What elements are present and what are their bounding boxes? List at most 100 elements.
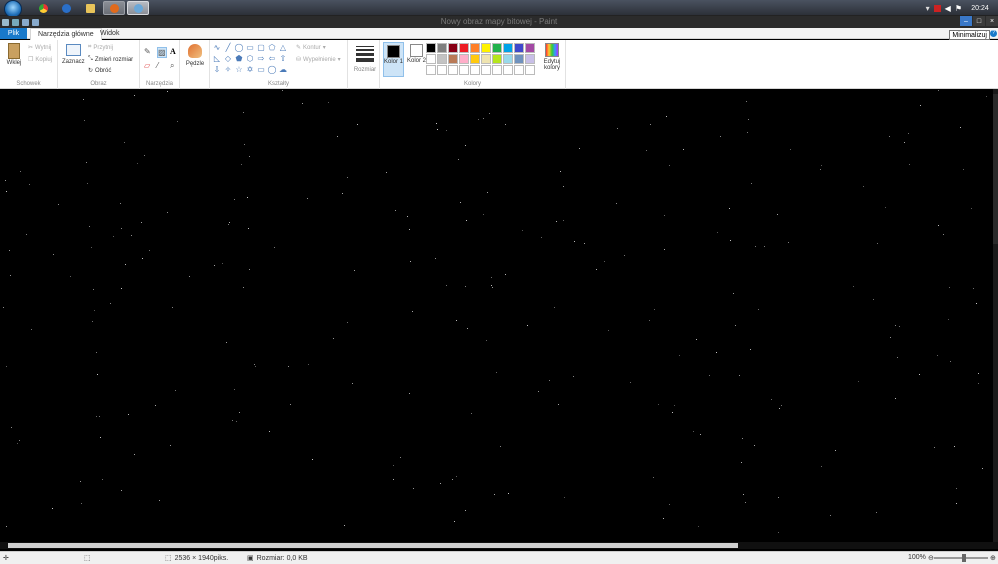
palette-swatch[interactable] (437, 54, 447, 64)
palette-swatch[interactable] (503, 65, 513, 75)
color-picker-icon[interactable]: ⁄ (157, 61, 167, 71)
arrow-left-shape-icon[interactable]: ⇦ (267, 54, 277, 64)
palette-swatch[interactable] (448, 43, 458, 53)
tray-chevron-icon[interactable]: ▾ (926, 4, 930, 13)
fill-shape-button[interactable]: ⛁ Wypełnienie ▾ (296, 56, 341, 64)
pentagon-shape-icon[interactable]: ⬟ (234, 54, 244, 64)
taskbar-firefox[interactable] (103, 1, 125, 15)
callout-oval-shape-icon[interactable]: ◯ (267, 65, 277, 75)
select-button[interactable]: Zaznacz (62, 43, 85, 65)
palette-swatch[interactable] (492, 43, 502, 53)
rounded-rect-shape-icon[interactable]: ▢ (256, 43, 266, 53)
action-center-icon[interactable]: ⚑ (955, 4, 962, 13)
taskbar-explorer[interactable] (79, 1, 101, 15)
tab-home[interactable]: Narzędzia główne (30, 28, 102, 40)
palette-swatch[interactable] (470, 65, 480, 75)
copy-button[interactable]: ❐ Kopiuj (28, 56, 52, 64)
triangle-shape-icon[interactable]: △ (278, 43, 288, 53)
star4-shape-icon[interactable]: ✧ (223, 65, 233, 75)
canvas-dot (963, 169, 964, 170)
palette-swatch[interactable] (481, 43, 491, 53)
callout-rect-shape-icon[interactable]: ▭ (256, 65, 266, 75)
palette-swatch[interactable] (437, 43, 447, 53)
taskbar-paint[interactable] (127, 1, 149, 15)
vertical-scrollbar[interactable] (993, 89, 998, 543)
palette-swatch[interactable] (503, 43, 513, 53)
palette-swatch[interactable] (514, 65, 524, 75)
curve-shape-icon[interactable]: ∿ (212, 43, 222, 53)
canvas-dot (121, 228, 122, 229)
canvas-dot (352, 383, 353, 384)
close-button[interactable]: × (986, 16, 998, 26)
palette-swatch[interactable] (426, 43, 436, 53)
color1-button[interactable]: Kolor 1 (383, 42, 404, 77)
horizontal-scroll-thumb[interactable] (8, 543, 738, 548)
taskbar-chrome[interactable] (32, 1, 54, 15)
cloud-shape-icon[interactable]: ☁ (278, 65, 288, 75)
palette-swatch[interactable] (503, 54, 513, 64)
tab-view[interactable]: Widok (93, 28, 126, 39)
cut-button[interactable]: ✂ Wytnij (28, 44, 51, 52)
outline-button[interactable]: ✎ Kontur ▾ (296, 44, 326, 52)
palette-swatch[interactable] (525, 54, 535, 64)
palette-swatch[interactable] (492, 65, 502, 75)
palette-swatch[interactable] (470, 43, 480, 53)
magnifier-icon[interactable]: ⌕ (170, 61, 180, 71)
palette-swatch[interactable] (514, 54, 524, 64)
zoom-slider[interactable] (934, 554, 988, 562)
arrow-right-shape-icon[interactable]: ⇨ (256, 54, 266, 64)
minimize-button[interactable]: – (960, 16, 972, 26)
pencil-icon[interactable]: ✎ (144, 47, 154, 58)
brushes-button[interactable]: Pędzle (184, 43, 206, 67)
palette-swatch[interactable] (426, 54, 436, 64)
star6-shape-icon[interactable]: ✡ (245, 65, 255, 75)
palette-swatch[interactable] (514, 43, 524, 53)
palette-swatch[interactable] (437, 65, 447, 75)
fill-icon[interactable]: ▨ (157, 47, 167, 58)
palette-swatch[interactable] (525, 43, 535, 53)
hexagon-shape-icon[interactable]: ⬡ (245, 54, 255, 64)
palette-swatch[interactable] (492, 54, 502, 64)
rect-shape-icon[interactable]: ▭ (245, 43, 255, 53)
zoom-slider-knob[interactable] (962, 554, 966, 562)
line-shape-icon[interactable]: ╱ (223, 43, 233, 53)
taskbar-mediaplayer[interactable] (55, 1, 77, 15)
rotate-button[interactable]: ↻ Obróć (88, 67, 111, 75)
oval-shape-icon[interactable]: ◯ (234, 43, 244, 53)
star5-shape-icon[interactable]: ☆ (234, 65, 244, 75)
resize-button[interactable]: ⤡ Zmień rozmiar (88, 56, 133, 63)
paste-button[interactable]: Wklej (4, 43, 24, 66)
polygon-shape-icon[interactable]: ⬠ (267, 43, 277, 53)
help-icon[interactable]: ? (990, 30, 997, 37)
palette-swatch[interactable] (459, 43, 469, 53)
right-triangle-shape-icon[interactable]: ◺ (212, 54, 222, 64)
palette-swatch[interactable] (448, 54, 458, 64)
palette-swatch[interactable] (525, 65, 535, 75)
clock[interactable]: 20:24 (966, 5, 994, 12)
tab-file[interactable]: Plik (0, 28, 27, 39)
size-button[interactable]: Rozmiar (353, 43, 377, 73)
palette-swatch[interactable] (481, 54, 491, 64)
palette-swatch[interactable] (459, 54, 469, 64)
horizontal-scrollbar[interactable] (0, 542, 998, 549)
arrow-down-shape-icon[interactable]: ⇩ (212, 65, 222, 75)
volume-icon[interactable]: ◀ (945, 4, 951, 13)
arrow-up-shape-icon[interactable]: ⇧ (278, 54, 288, 64)
crop-button[interactable]: ⌗ Przytnij (88, 44, 113, 51)
drawing-canvas[interactable] (3, 90, 993, 540)
palette-swatch[interactable] (426, 65, 436, 75)
zoom-out-button[interactable]: ⊖ (928, 554, 934, 562)
network-warning-icon[interactable] (933, 4, 941, 12)
vertical-scroll-thumb[interactable] (993, 94, 998, 244)
palette-swatch[interactable] (481, 65, 491, 75)
palette-swatch[interactable] (448, 65, 458, 75)
zoom-in-button[interactable]: ⊕ (990, 554, 996, 562)
maximize-button[interactable]: □ (973, 16, 985, 26)
palette-swatch[interactable] (459, 65, 469, 75)
diamond-shape-icon[interactable]: ◇ (223, 54, 233, 64)
color2-button[interactable]: Kolor 2 (406, 42, 427, 77)
eraser-icon[interactable]: ▱ (144, 61, 154, 71)
text-tool-icon[interactable]: A (170, 47, 180, 58)
palette-swatch[interactable] (470, 54, 480, 64)
edit-colors-button[interactable]: Edytuj kolory (540, 43, 564, 71)
